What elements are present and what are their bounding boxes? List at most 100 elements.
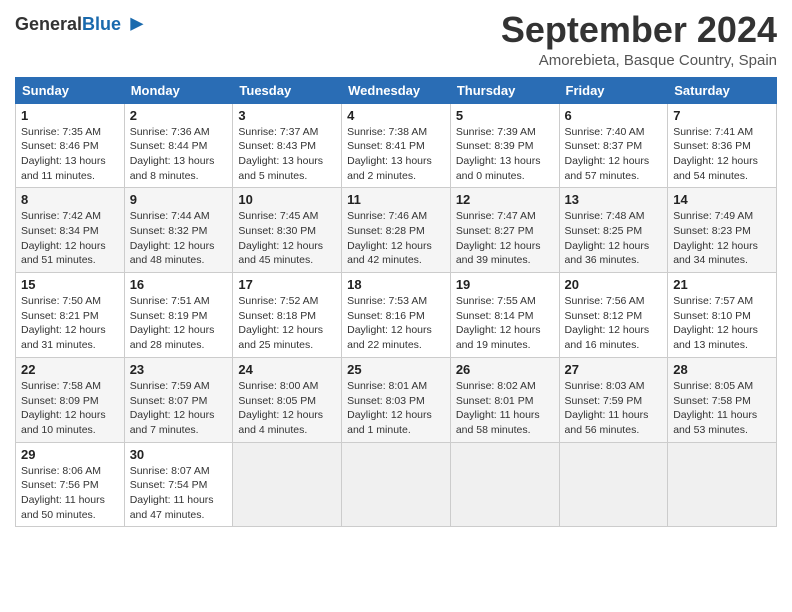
day-number: 16 [130, 277, 228, 292]
day-number: 29 [21, 447, 119, 462]
header-monday: Monday [124, 77, 233, 103]
day-detail: Sunrise: 7:52 AM Sunset: 8:18 PM Dayligh… [238, 294, 336, 353]
day-detail: Sunrise: 7:58 AM Sunset: 8:09 PM Dayligh… [21, 379, 119, 438]
calendar-cell-w1-d6: 6 Sunrise: 7:40 AM Sunset: 8:37 PM Dayli… [559, 103, 668, 188]
calendar-cell-w5-d2: 30 Sunrise: 8:07 AM Sunset: 7:54 PM Dayl… [124, 442, 233, 527]
month-title: September 2024 [501, 10, 777, 50]
day-detail: Sunrise: 7:48 AM Sunset: 8:25 PM Dayligh… [565, 209, 663, 268]
calendar-cell-w2-d1: 8 Sunrise: 7:42 AM Sunset: 8:34 PM Dayli… [16, 188, 125, 273]
calendar-week-5: 29 Sunrise: 8:06 AM Sunset: 7:56 PM Dayl… [16, 442, 777, 527]
calendar-cell-w5-d1: 29 Sunrise: 8:06 AM Sunset: 7:56 PM Dayl… [16, 442, 125, 527]
calendar-cell-w3-d2: 16 Sunrise: 7:51 AM Sunset: 8:19 PM Dayl… [124, 273, 233, 358]
day-number: 15 [21, 277, 119, 292]
calendar-cell-w4-d6: 27 Sunrise: 8:03 AM Sunset: 7:59 PM Dayl… [559, 357, 668, 442]
calendar-week-2: 8 Sunrise: 7:42 AM Sunset: 8:34 PM Dayli… [16, 188, 777, 273]
calendar-cell-w2-d2: 9 Sunrise: 7:44 AM Sunset: 8:32 PM Dayli… [124, 188, 233, 273]
day-detail: Sunrise: 8:06 AM Sunset: 7:56 PM Dayligh… [21, 464, 119, 523]
calendar-cell-w3-d7: 21 Sunrise: 7:57 AM Sunset: 8:10 PM Dayl… [668, 273, 777, 358]
header-thursday: Thursday [450, 77, 559, 103]
calendar-cell-w2-d6: 13 Sunrise: 7:48 AM Sunset: 8:25 PM Dayl… [559, 188, 668, 273]
day-detail: Sunrise: 7:42 AM Sunset: 8:34 PM Dayligh… [21, 209, 119, 268]
day-detail: Sunrise: 7:47 AM Sunset: 8:27 PM Dayligh… [456, 209, 554, 268]
page: GeneralBlue September 2024 Amorebieta, B… [0, 0, 792, 612]
header-friday: Friday [559, 77, 668, 103]
day-detail: Sunrise: 8:01 AM Sunset: 8:03 PM Dayligh… [347, 379, 445, 438]
calendar-header-row: Sunday Monday Tuesday Wednesday Thursday… [16, 77, 777, 103]
day-detail: Sunrise: 7:45 AM Sunset: 8:30 PM Dayligh… [238, 209, 336, 268]
day-number: 7 [673, 108, 771, 123]
calendar-cell-w2-d5: 12 Sunrise: 7:47 AM Sunset: 8:27 PM Dayl… [450, 188, 559, 273]
calendar-table: Sunday Monday Tuesday Wednesday Thursday… [15, 77, 777, 528]
header-saturday: Saturday [668, 77, 777, 103]
logo-general-text: General [15, 14, 82, 34]
calendar-cell-w4-d7: 28 Sunrise: 8:05 AM Sunset: 7:58 PM Dayl… [668, 357, 777, 442]
day-number: 23 [130, 362, 228, 377]
day-number: 27 [565, 362, 663, 377]
header-wednesday: Wednesday [342, 77, 451, 103]
calendar-cell-w1-d5: 5 Sunrise: 7:39 AM Sunset: 8:39 PM Dayli… [450, 103, 559, 188]
day-detail: Sunrise: 7:35 AM Sunset: 8:46 PM Dayligh… [21, 125, 119, 184]
calendar-cell-w4-d4: 25 Sunrise: 8:01 AM Sunset: 8:03 PM Dayl… [342, 357, 451, 442]
header-sunday: Sunday [16, 77, 125, 103]
day-detail: Sunrise: 8:03 AM Sunset: 7:59 PM Dayligh… [565, 379, 663, 438]
day-number: 21 [673, 277, 771, 292]
day-number: 25 [347, 362, 445, 377]
calendar-week-4: 22 Sunrise: 7:58 AM Sunset: 8:09 PM Dayl… [16, 357, 777, 442]
day-detail: Sunrise: 7:50 AM Sunset: 8:21 PM Dayligh… [21, 294, 119, 353]
calendar-cell-w5-d6 [559, 442, 668, 527]
calendar-cell-w1-d4: 4 Sunrise: 7:38 AM Sunset: 8:41 PM Dayli… [342, 103, 451, 188]
day-number: 1 [21, 108, 119, 123]
day-number: 26 [456, 362, 554, 377]
calendar-cell-w1-d2: 2 Sunrise: 7:36 AM Sunset: 8:44 PM Dayli… [124, 103, 233, 188]
day-number: 20 [565, 277, 663, 292]
day-detail: Sunrise: 7:44 AM Sunset: 8:32 PM Dayligh… [130, 209, 228, 268]
calendar-cell-w4-d2: 23 Sunrise: 7:59 AM Sunset: 8:07 PM Dayl… [124, 357, 233, 442]
day-detail: Sunrise: 8:07 AM Sunset: 7:54 PM Dayligh… [130, 464, 228, 523]
day-number: 4 [347, 108, 445, 123]
day-detail: Sunrise: 7:40 AM Sunset: 8:37 PM Dayligh… [565, 125, 663, 184]
day-number: 6 [565, 108, 663, 123]
header-tuesday: Tuesday [233, 77, 342, 103]
day-number: 11 [347, 192, 445, 207]
day-number: 19 [456, 277, 554, 292]
calendar-cell-w1-d1: 1 Sunrise: 7:35 AM Sunset: 8:46 PM Dayli… [16, 103, 125, 188]
day-number: 9 [130, 192, 228, 207]
calendar-cell-w3-d4: 18 Sunrise: 7:53 AM Sunset: 8:16 PM Dayl… [342, 273, 451, 358]
calendar-cell-w1-d3: 3 Sunrise: 7:37 AM Sunset: 8:43 PM Dayli… [233, 103, 342, 188]
day-detail: Sunrise: 7:51 AM Sunset: 8:19 PM Dayligh… [130, 294, 228, 353]
day-number: 5 [456, 108, 554, 123]
calendar-week-3: 15 Sunrise: 7:50 AM Sunset: 8:21 PM Dayl… [16, 273, 777, 358]
day-detail: Sunrise: 7:39 AM Sunset: 8:39 PM Dayligh… [456, 125, 554, 184]
calendar-cell-w4-d3: 24 Sunrise: 8:00 AM Sunset: 8:05 PM Dayl… [233, 357, 342, 442]
day-number: 3 [238, 108, 336, 123]
day-detail: Sunrise: 8:00 AM Sunset: 8:05 PM Dayligh… [238, 379, 336, 438]
calendar-cell-w5-d4 [342, 442, 451, 527]
day-detail: Sunrise: 8:05 AM Sunset: 7:58 PM Dayligh… [673, 379, 771, 438]
day-number: 8 [21, 192, 119, 207]
logo-icon [123, 14, 145, 36]
day-number: 18 [347, 277, 445, 292]
day-detail: Sunrise: 7:49 AM Sunset: 8:23 PM Dayligh… [673, 209, 771, 268]
calendar-cell-w2-d3: 10 Sunrise: 7:45 AM Sunset: 8:30 PM Dayl… [233, 188, 342, 273]
day-detail: Sunrise: 7:53 AM Sunset: 8:16 PM Dayligh… [347, 294, 445, 353]
day-detail: Sunrise: 7:37 AM Sunset: 8:43 PM Dayligh… [238, 125, 336, 184]
calendar-cell-w1-d7: 7 Sunrise: 7:41 AM Sunset: 8:36 PM Dayli… [668, 103, 777, 188]
day-detail: Sunrise: 7:59 AM Sunset: 8:07 PM Dayligh… [130, 379, 228, 438]
calendar-cell-w3-d1: 15 Sunrise: 7:50 AM Sunset: 8:21 PM Dayl… [16, 273, 125, 358]
logo: GeneralBlue [15, 14, 145, 36]
day-number: 10 [238, 192, 336, 207]
day-detail: Sunrise: 7:56 AM Sunset: 8:12 PM Dayligh… [565, 294, 663, 353]
day-number: 2 [130, 108, 228, 123]
day-number: 22 [21, 362, 119, 377]
title-block: September 2024 Amorebieta, Basque Countr… [501, 10, 777, 69]
day-number: 28 [673, 362, 771, 377]
day-number: 17 [238, 277, 336, 292]
day-detail: Sunrise: 8:02 AM Sunset: 8:01 PM Dayligh… [456, 379, 554, 438]
day-number: 24 [238, 362, 336, 377]
day-number: 14 [673, 192, 771, 207]
day-number: 12 [456, 192, 554, 207]
calendar-week-1: 1 Sunrise: 7:35 AM Sunset: 8:46 PM Dayli… [16, 103, 777, 188]
calendar-cell-w5-d7 [668, 442, 777, 527]
calendar-cell-w3-d3: 17 Sunrise: 7:52 AM Sunset: 8:18 PM Dayl… [233, 273, 342, 358]
calendar-cell-w5-d3 [233, 442, 342, 527]
